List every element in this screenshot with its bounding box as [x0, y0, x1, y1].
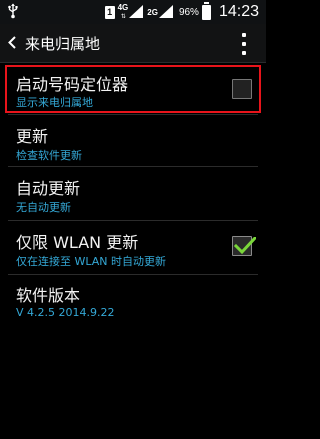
network-2g-label: 2G: [147, 7, 158, 17]
sim1-badge: 1: [104, 5, 115, 19]
network-4g-label: 4G: [117, 3, 129, 12]
setting-title: 自动更新: [16, 179, 81, 198]
setting-subtitle: V 4.2.5 2014.9.22: [16, 306, 115, 319]
action-bar: 来电归属地: [0, 24, 266, 62]
action-bar-divider: [0, 62, 266, 63]
setting-row-update[interactable]: 更新 检查软件更新: [0, 115, 266, 165]
clock: 14:23: [218, 3, 259, 20]
battery-icon: [201, 1, 211, 20]
more-options-icon[interactable]: [238, 33, 250, 55]
network-4g-indicator: 4G ⇅: [118, 3, 129, 21]
setting-title: 仅限 WLAN 更新: [16, 233, 139, 252]
signal-strength-icon-sim1: [129, 3, 144, 22]
network-2g-indicator: 2G: [147, 8, 158, 17]
usb-icon: [7, 3, 19, 23]
page-title: 来电归属地: [25, 34, 101, 53]
status-bar: 1 4G ⇅ 2G 96% 14:23: [0, 0, 266, 24]
setting-subtitle: 无自动更新: [16, 201, 71, 214]
highlight-box: [5, 65, 261, 113]
back-button[interactable]: 来电归属地: [0, 24, 100, 62]
wlan-only-checkbox[interactable]: [232, 235, 258, 256]
setting-title: 软件版本: [16, 286, 81, 305]
battery-fill: [202, 6, 210, 19]
chevron-left-icon: [8, 34, 16, 53]
data-arrows-icon: ⇅: [120, 13, 126, 20]
setting-subtitle: 仅在连接至 WLAN 时自动更新: [16, 255, 167, 268]
setting-subtitle: 检查软件更新: [16, 149, 82, 162]
setting-row-software-version[interactable]: 软件版本 V 4.2.5 2014.9.22: [0, 275, 266, 325]
battery-percent: 96%: [178, 6, 199, 18]
signal-strength-icon-sim2: [158, 3, 173, 22]
setting-title: 更新: [16, 127, 49, 146]
setting-row-auto-update[interactable]: 自动更新 无自动更新: [0, 167, 266, 219]
setting-row-wlan-only[interactable]: 仅限 WLAN 更新 仅在连接至 WLAN 时自动更新: [0, 221, 266, 273]
checkmark-icon: [233, 235, 258, 259]
